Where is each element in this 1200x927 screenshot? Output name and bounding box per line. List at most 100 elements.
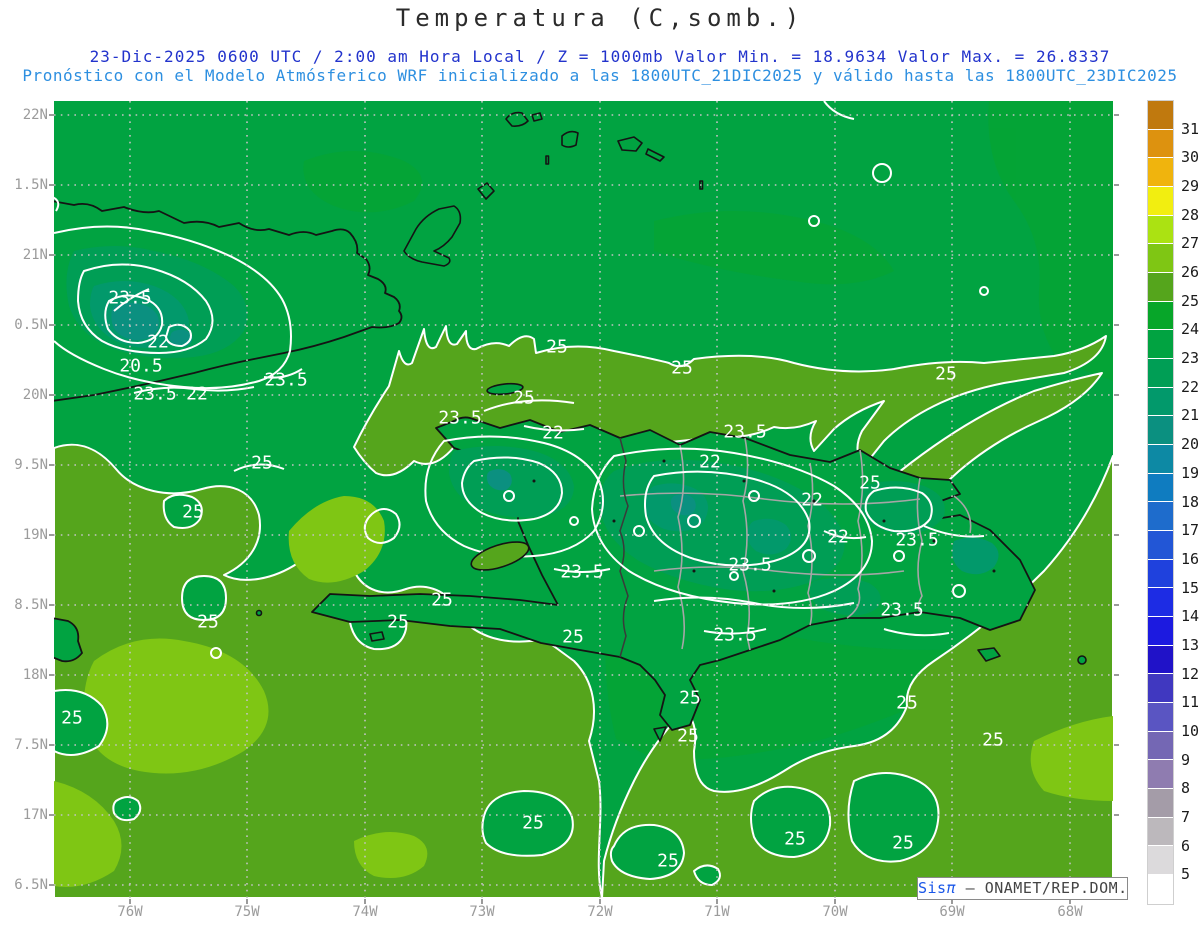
lat-tick-left [49,114,54,116]
contour-label-22: 22 [699,451,721,473]
contour-label-25: 25 [982,729,1004,751]
lat-tick-right [1114,324,1119,326]
contour-label-23.5: 23.5 [438,407,482,429]
lon-tick-bottom [246,899,248,904]
lat-label-22N: 22N [22,107,48,123]
subtitle-validity: 23-Dic-2025 0600 UTC / 2:00 am Hora Loca… [89,47,1111,66]
lon-label-70W: 70W [822,904,848,920]
contour-label-25: 25 [657,850,679,872]
contour-label-23.5: 23.5 [713,624,757,646]
colorbar-segment [1148,703,1173,732]
contour-label-23.5: 23.5 [880,599,924,621]
lat-tick-right [1114,604,1119,606]
contour-label-23.5: 23.5 [264,369,308,391]
lat-label-19N: 19N [22,527,48,543]
colorbar-tick-25: 25 [1181,291,1200,310]
colorbar-tick-21: 21 [1181,406,1200,425]
contour-label-25: 25 [431,589,453,611]
colorbar-tick-28: 28 [1181,205,1200,224]
colorbar-segment [1148,674,1173,704]
lon-label-69W: 69W [939,904,965,920]
contour-label-22: 22 [801,489,823,511]
contour-label-25: 25 [679,687,701,709]
contour-label-25: 25 [546,336,568,358]
colorbar-segment [1148,588,1173,618]
lat-tick-left [49,534,54,536]
contour-label-20.5: 20.5 [119,355,163,377]
pi-symbol: π [946,879,957,897]
colorbar-tick-13: 13 [1181,635,1200,654]
colorbar-segment [1148,158,1173,188]
contour-label-23.5: 23.5 [560,561,604,583]
lat-label-6.5N: 6.5N [14,877,48,893]
lat-label-9.5N: 9.5N [14,457,48,473]
contour-label-25: 25 [387,611,409,633]
lon-label-71W: 71W [704,904,730,920]
colorbar-segment [1148,875,1173,904]
contour-label-23.5: 23.5 [108,287,152,309]
forecast-map: 23.5 22 20.5 23.5 23.5 22 25 25 25 25 25 23.5 22 23.5… [54,101,1113,898]
sispi-logo-text: Sis [918,879,947,897]
colorbar-tick-8: 8 [1181,779,1191,798]
lon-tick-bottom [834,899,836,904]
lat-tick-right [1114,744,1119,746]
lat-label-8.5N: 8.5N [14,597,48,613]
colorbar-segment [1148,445,1173,474]
lon-label-68W: 68W [1057,904,1083,920]
lat-tick-left [49,464,54,466]
colorbar-segment [1148,215,1173,245]
colorbar-tick-7: 7 [1181,807,1191,826]
lon-tick-bottom [129,899,131,904]
lat-label-18N: 18N [22,667,48,683]
contour-label-25: 25 [513,387,535,409]
colorbar-tick-23: 23 [1181,349,1200,368]
lat-tick-left [49,884,54,886]
lat-tick-left [49,184,54,186]
lat-tick-right [1114,394,1119,396]
contour-label-22: 22 [186,383,208,405]
lon-tick-bottom [481,899,483,904]
colorbar-segment [1148,244,1173,274]
lat-label-20N: 20N [22,387,48,403]
contour-label-25: 25 [892,832,914,854]
lat-tick-right [1114,184,1119,186]
lat-label-0.5N: 0.5N [14,317,48,333]
lat-tick-left [49,814,54,816]
lat-tick-right [1114,254,1119,256]
lon-label-73W: 73W [469,904,495,920]
colorbar-segment [1148,330,1173,360]
colorbar-tick-11: 11 [1181,693,1200,712]
navassa-island [255,609,263,617]
colorbar-tick-18: 18 [1181,492,1200,511]
onamet-label: – ONAMET/REP.DOM. [956,879,1128,897]
colorbar-segment [1148,416,1173,446]
contour-label-25: 25 [522,812,544,834]
colorbar-segment [1148,617,1173,646]
subtitle-model-info: Pronóstico con el Modelo Atmósferico WRF… [22,66,1178,85]
colorbar-tick-31: 31 [1181,119,1200,138]
lon-label-76W: 76W [117,904,143,920]
colorbar-tick-27: 27 [1181,234,1200,253]
colorbar-tick-20: 20 [1181,435,1200,454]
lat-label-7.5N: 7.5N [14,737,48,753]
wrf-temperature-forecast-page: { "title": "Temperatura (C,somb.)", "sub… [0,0,1200,927]
colorbar-segment [1148,731,1173,761]
lat-label-21N: 21N [22,247,48,263]
colorbar-segment [1148,760,1173,790]
page-title: Temperatura (C,somb.) [395,4,805,32]
lat-tick-left [49,674,54,676]
lon-tick-bottom [364,899,366,904]
lat-tick-right [1114,674,1119,676]
lon-label-72W: 72W [587,904,613,920]
contour-label-23.5: 23.5 [723,421,767,443]
colorbar-segment [1148,559,1173,589]
lat-tick-right [1114,114,1119,116]
colorbar-segment [1148,473,1173,503]
contour-label-25: 25 [896,692,918,714]
lat-label-17N: 17N [22,807,48,823]
onamet-branding-box: Sisπ – ONAMET/REP.DOM. [917,877,1128,900]
contour-label-22: 22 [827,526,849,548]
colorbar-segment [1148,645,1173,675]
contour-label-23.5: 23.5 [133,383,177,405]
contour-label-25: 25 [859,472,881,494]
